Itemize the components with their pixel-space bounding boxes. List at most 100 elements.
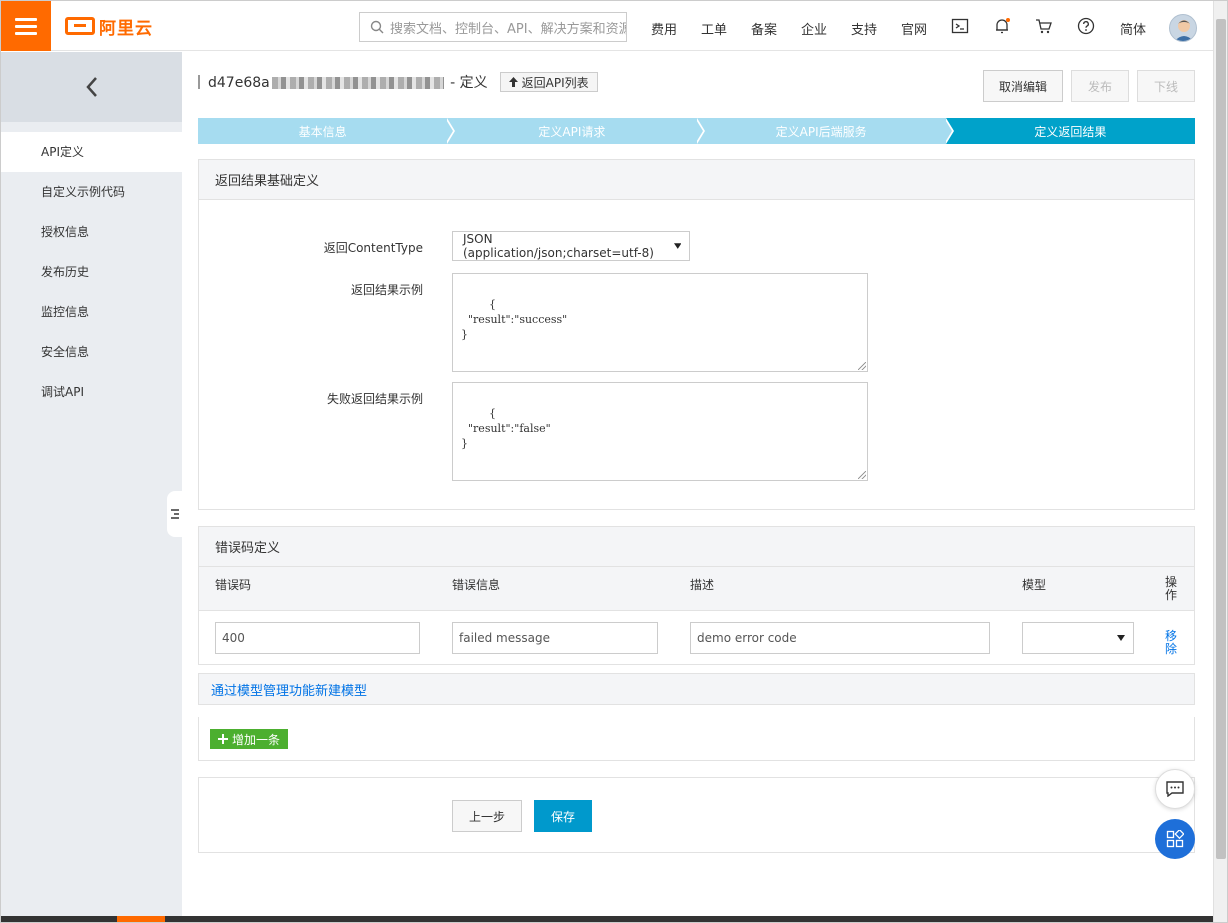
error-code-title: 错误码定义 (199, 527, 1194, 567)
back-to-api-list-button[interactable]: 返回API列表 (499, 72, 598, 92)
step-define-request[interactable]: 定义API请求 (447, 118, 705, 144)
column-header-action: 操作 (1165, 575, 1178, 602)
brand-logo[interactable]: 阿里云 (65, 15, 153, 39)
error-code-value: 400 (222, 631, 245, 645)
step-basic-info[interactable]: 基本信息 (198, 118, 456, 144)
apps-float-button[interactable] (1155, 819, 1195, 859)
redacted-api-id (271, 77, 444, 89)
apps-grid-icon (1166, 830, 1184, 848)
terminal-icon[interactable] (951, 17, 969, 35)
add-row-button[interactable]: 增加一条 (210, 729, 289, 749)
menu-bar (15, 17, 37, 21)
error-message-input[interactable]: failed message (452, 622, 658, 654)
language-switch[interactable]: 简体 (1120, 19, 1146, 38)
sidebar: API定义 自定义示例代码 授权信息 发布历史 监控信息 安全信息 调试API (1, 52, 182, 922)
upload-arrow-icon (508, 77, 518, 87)
menu-bar (15, 24, 37, 28)
nav-tickets[interactable]: 工单 (701, 19, 727, 38)
error-description-input[interactable]: demo error code (690, 622, 990, 654)
search-placeholder: 搜索文档、控制台、API、解决方案和资源 (390, 21, 627, 37)
content-type-select[interactable]: JSON (application/json;charset=utf-8) (452, 231, 690, 261)
sidebar-collapse-toggle[interactable] (167, 491, 183, 537)
sidebar-item-api-definition[interactable]: API定义 (1, 132, 182, 172)
caret-down-icon (1117, 635, 1125, 641)
title-accent-bar (198, 75, 200, 89)
sidebar-item-monitoring[interactable]: 监控信息 (1, 292, 182, 332)
error-table-header: 错误码 错误信息 描述 模型 操作 (199, 567, 1194, 611)
success-example-textarea[interactable]: { "result":"success" } (452, 273, 868, 372)
chevron-left-icon (85, 77, 97, 97)
error-model-select[interactable] (1022, 622, 1134, 654)
list-collapse-icon (171, 509, 179, 519)
remove-row-link[interactable]: 移除 (1165, 630, 1179, 656)
chat-icon (1166, 781, 1184, 797)
column-header-code: 错误码 (215, 578, 252, 592)
nav-support[interactable]: 支持 (851, 19, 877, 38)
result-definition-panel: 返回结果基础定义 返回ContentType JSON (application… (198, 159, 1195, 510)
sidebar-item-sample-code[interactable]: 自定义示例代码 (1, 172, 182, 212)
content-type-value: JSON (application/json;charset=utf-8) (463, 232, 654, 260)
nav-icp[interactable]: 备案 (751, 19, 777, 38)
step-progress: 基本信息 定义API请求 定义API后端服务 定义返回结果 (198, 118, 1195, 144)
menu-bar (15, 31, 37, 35)
error-description-value: demo error code (697, 631, 797, 645)
search-input[interactable]: 搜索文档、控制台、API、解决方案和资源 (359, 12, 627, 42)
failure-example-label: 失败返回结果示例 (326, 392, 423, 406)
sidebar-item-publish-history[interactable]: 发布历史 (1, 252, 182, 292)
result-definition-title: 返回结果基础定义 (199, 160, 1194, 200)
user-avatar[interactable] (1169, 14, 1197, 42)
previous-step-button[interactable]: 上一步 (452, 800, 522, 832)
success-example-label: 返回结果示例 (350, 283, 423, 297)
nav-enterprise[interactable]: 企业 (801, 19, 827, 38)
step-define-result[interactable]: 定义返回结果 (945, 118, 1195, 144)
chat-float-button[interactable] (1155, 769, 1195, 809)
sidebar-item-authorization[interactable]: 授权信息 (1, 212, 182, 252)
save-button[interactable]: 保存 (534, 800, 592, 832)
bottom-strip (1, 916, 1213, 922)
step-define-backend[interactable]: 定义API后端服务 (696, 118, 955, 144)
page-title-suffix: - 定义 (445, 75, 488, 91)
sidebar-item-debug-api[interactable]: 调试API (1, 372, 182, 412)
resize-grip-icon[interactable] (858, 362, 866, 370)
content-type-label: 返回ContentType (323, 241, 423, 255)
failure-example-textarea[interactable]: { "result":"false" } (452, 382, 868, 481)
publish-button[interactable]: 发布 (1071, 70, 1129, 102)
vertical-scrollbar[interactable] (1213, 1, 1227, 922)
page-actions: 取消编辑 发布 下线 (983, 70, 1195, 102)
search-icon (370, 20, 384, 34)
sidebar-back-button[interactable] (1, 52, 182, 122)
back-to-api-list-label: 返回API列表 (521, 75, 589, 90)
page-title-row: d47e68a - 定义 返回API列表 (198, 70, 598, 94)
caret-down-icon (673, 243, 681, 249)
success-example-text: { "result":"success" } (461, 298, 568, 341)
nav-official-site[interactable]: 官网 (901, 19, 927, 38)
brand-logo-mark (65, 17, 95, 35)
offline-button[interactable]: 下线 (1137, 70, 1195, 102)
nav-fees[interactable]: 费用 (651, 19, 677, 38)
column-header-model: 模型 (1022, 578, 1047, 592)
scrollbar-thumb[interactable] (1216, 19, 1226, 859)
create-model-link[interactable]: 通过模型管理功能新建模型 (211, 680, 367, 699)
api-id: d47e68a (208, 75, 270, 91)
brand-name: 阿里云 (99, 18, 153, 39)
app-window: 阿里云 搜索文档、控制台、API、解决方案和资源 费用 工单 备案 企业 支持 … (0, 0, 1228, 923)
hamburger-menu-button[interactable] (1, 1, 51, 51)
error-code-input[interactable]: 400 (215, 622, 420, 654)
add-row-panel: 增加一条 (198, 717, 1195, 761)
top-bar: 阿里云 搜索文档、控制台、API、解决方案和资源 费用 工单 备案 企业 支持 … (1, 1, 1213, 51)
error-code-panel: 错误码定义 错误码 错误信息 描述 模型 操作 400 failed messa… (198, 526, 1195, 665)
resize-grip-icon[interactable] (858, 471, 866, 479)
help-icon[interactable] (1077, 17, 1095, 35)
plus-icon (218, 734, 228, 744)
sidebar-item-security[interactable]: 安全信息 (1, 332, 182, 372)
add-row-label: 增加一条 (232, 732, 281, 747)
bottom-strip-accent (117, 916, 165, 922)
column-header-message: 错误信息 (452, 578, 501, 592)
sidebar-menu: API定义 自定义示例代码 授权信息 发布历史 监控信息 安全信息 调试API (1, 132, 182, 412)
footer-actions-panel: 上一步 保存 (198, 777, 1195, 853)
failure-example-text: { "result":"false" } (461, 407, 551, 450)
bell-icon[interactable] (993, 17, 1011, 35)
cart-icon[interactable] (1035, 17, 1053, 35)
cancel-edit-button[interactable]: 取消编辑 (983, 70, 1063, 102)
page-title: d47e68a - 定义 (208, 72, 488, 92)
